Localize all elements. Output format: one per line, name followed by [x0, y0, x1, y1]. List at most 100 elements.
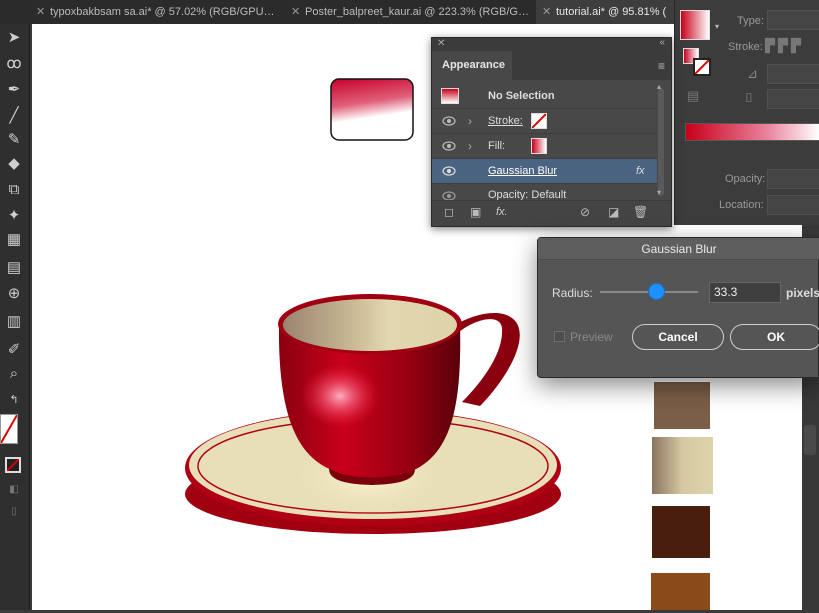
panel-menu-icon[interactable]: ≡ [658, 59, 665, 73]
gaussian-blur-dialog: Gaussian Blur Radius: 33.3 pixels Previe… [537, 237, 819, 378]
cup-inside [283, 299, 457, 351]
pen-tool-icon[interactable]: ✒ [2, 80, 26, 100]
angle-icon: ⊿ [747, 66, 758, 81]
eye-icon[interactable] [442, 190, 456, 200]
stroke-small-swatch[interactable] [693, 58, 711, 76]
draw-mode-icon[interactable]: ▯ [2, 502, 26, 522]
dialog-title: Gaussian Blur [538, 238, 819, 260]
eye-icon[interactable] [442, 165, 456, 177]
radius-label: Radius: [552, 286, 593, 300]
gradient-bar[interactable] [685, 123, 819, 141]
ok-button[interactable]: OK [730, 324, 819, 350]
location-label: Location: [719, 199, 764, 211]
selection-thumbnail [441, 88, 459, 104]
color-swatch-dark-brown[interactable] [652, 506, 710, 558]
appearance-row-stroke[interactable]: › Stroke: [432, 109, 657, 134]
fill-row-label[interactable]: Fill: [488, 140, 505, 152]
radius-input[interactable]: 33.3 [709, 282, 781, 303]
duplicate-item-icon[interactable]: ◪ [608, 205, 619, 219]
radius-unit: pixels [786, 286, 819, 300]
add-stroke-icon[interactable]: ◻ [444, 205, 454, 219]
line-tool-icon[interactable]: ╱ [2, 106, 26, 126]
radius-slider-thumb[interactable] [649, 284, 665, 299]
swap-colors-icon[interactable]: ↰ [2, 390, 26, 410]
tab-tutorial[interactable]: ✕ tutorial.ai* @ 95.81% ( [536, 0, 674, 24]
chevron-right-icon[interactable]: › [468, 139, 472, 153]
color-swatch-cream-gradient[interactable] [652, 437, 713, 494]
color-mode-icon[interactable]: ◧ [2, 480, 26, 500]
location-field[interactable] [767, 195, 819, 215]
panel-footer: ◻ ▣ fx. ⊘ ◪ 🗑 [432, 200, 671, 226]
panel-header[interactable]: ✕ « [432, 37, 671, 51]
properties-panel: ▾ Type: Stroke: ▛▛▛ ⊿ ▤ ⌷ Opacity: Locat… [674, 0, 819, 225]
close-icon[interactable]: ✕ [291, 0, 300, 24]
clear-appearance-icon[interactable]: ⊘ [580, 205, 590, 219]
align-icon[interactable]: ▤ [687, 88, 699, 104]
eye-icon[interactable] [442, 115, 456, 127]
stroke-row-label[interactable]: Stroke: [488, 115, 523, 127]
color-swatch-orange-brown[interactable] [651, 573, 710, 610]
stroke-swatch[interactable] [531, 113, 547, 129]
scroll-thumb[interactable] [804, 425, 816, 455]
appearance-panel: ✕ « Appearance ≡ No Selection › Stroke: … [431, 37, 672, 227]
perspective-grid-tool-icon[interactable]: ▦ [2, 230, 26, 250]
opacity-row-label[interactable]: Opacity: Default [488, 189, 566, 200]
no-selection-label: No Selection [488, 90, 555, 102]
type-field[interactable] [767, 10, 819, 30]
paintbrush-tool-icon[interactable]: ✎ [2, 130, 26, 150]
panel-scrollbar[interactable] [658, 88, 664, 196]
appearance-row-selection[interactable]: No Selection [432, 84, 657, 109]
appearance-row-opacity[interactable]: Opacity: Default [432, 184, 657, 200]
fill-swatch[interactable] [680, 10, 710, 40]
zoom-tool-icon[interactable]: ⌕ [2, 364, 26, 384]
lasso-tool-icon[interactable]: ꝏ [2, 54, 26, 74]
stroke-color-box[interactable] [5, 457, 21, 473]
eraser-tool-icon[interactable]: ◆ [2, 154, 26, 174]
type-label: Type: [737, 15, 764, 27]
tab-typoxbakbsam[interactable]: ✕ typoxbakbsam sa.ai* @ 57.02% (RGB/GPU… [30, 0, 282, 24]
gradient-swatch-shape[interactable] [330, 78, 414, 141]
fill-color-box[interactable] [0, 414, 18, 444]
add-effect-icon[interactable]: fx. [496, 206, 508, 218]
appearance-row-gaussian-blur[interactable]: Gaussian Blur fx [432, 159, 657, 184]
scroll-up-icon[interactable]: ▴ [657, 82, 661, 91]
delete-icon[interactable]: 🗑 [633, 205, 648, 219]
gaussian-blur-label[interactable]: Gaussian Blur [488, 165, 557, 177]
stroke-align-icons[interactable]: ▛▛▛ [765, 38, 815, 56]
chevron-down-icon[interactable]: ▾ [715, 22, 719, 31]
eye-icon[interactable] [442, 140, 456, 152]
height-field[interactable] [767, 89, 819, 109]
cup-handle[interactable] [454, 313, 520, 406]
preview-checkbox[interactable] [554, 331, 565, 342]
close-icon[interactable]: ✕ [437, 38, 445, 49]
height-icon: ⌷ [745, 90, 753, 105]
appearance-row-fill[interactable]: › Fill: [432, 134, 657, 159]
collapse-icon[interactable]: « [659, 37, 665, 48]
gradient-tool-icon[interactable]: ▤ [2, 258, 26, 278]
eyedropper-tool-icon[interactable]: ✐ [2, 340, 26, 360]
add-fill-icon[interactable]: ▣ [470, 205, 481, 219]
stroke-label: Stroke: [728, 41, 763, 53]
scroll-down-icon[interactable]: ▾ [657, 188, 661, 197]
close-icon[interactable]: ✕ [542, 0, 551, 24]
puppet-warp-tool-icon[interactable]: ✦ [2, 206, 26, 226]
panel-tab-row: Appearance ≡ [432, 51, 671, 80]
selection-tool-icon[interactable]: ➤ [2, 28, 26, 48]
fx-icon[interactable]: fx [636, 165, 645, 177]
cancel-button[interactable]: Cancel [632, 324, 724, 350]
tab-appearance[interactable]: Appearance [432, 51, 512, 80]
opacity-field[interactable] [767, 169, 819, 189]
shape-builder-tool-icon[interactable]: ⊕ [2, 284, 26, 304]
tab-poster[interactable]: ✕ Poster_balpreet_kaur.ai @ 223.3% (RGB/… [285, 0, 533, 24]
cup-highlight [300, 364, 380, 428]
graph-tool-icon[interactable]: ▥ [2, 312, 26, 332]
preview-label[interactable]: Preview [570, 330, 613, 344]
close-icon[interactable]: ✕ [36, 0, 45, 24]
fill-swatch[interactable] [531, 138, 547, 154]
color-swatch-brown[interactable] [654, 382, 710, 429]
chevron-right-icon[interactable]: › [468, 114, 472, 128]
tools-panel: ➤ ꝏ ✒ ╱ ✎ ◆ ⧉ ✦ ▦ ▤ ⊕ ▥ ✐ ⌕ ↰ ◧ ▯ [0, 24, 30, 610]
angle-field[interactable] [767, 64, 819, 84]
opacity-label: Opacity: [725, 173, 766, 185]
scale-tool-icon[interactable]: ⧉ [2, 180, 26, 200]
